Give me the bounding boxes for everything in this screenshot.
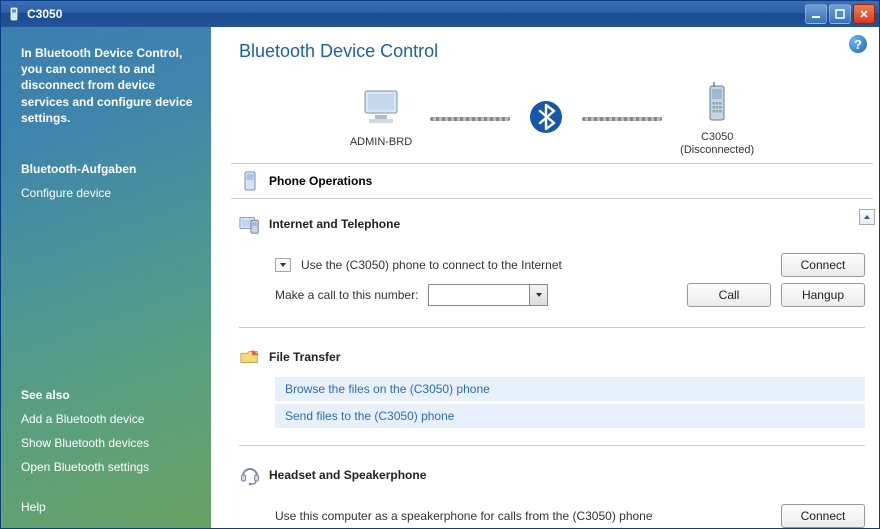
maximize-button[interactable] [829, 4, 851, 24]
sidebar: In Bluetooth Device Control, you can con… [1, 27, 211, 528]
bluetooth-node [528, 99, 564, 138]
phone-node: C3050 (Disconnected) [680, 80, 754, 157]
internet-section: Internet and Telephone Use the (C3050) p… [239, 207, 865, 323]
connection-line [582, 117, 662, 121]
minimize-button[interactable] [805, 4, 827, 24]
send-files-link[interactable]: Send files to the (C3050) phone [275, 404, 865, 428]
scroll-up-button[interactable] [859, 209, 875, 225]
file-transfer-section: File Transfer Browse the files on the (C… [239, 340, 865, 431]
page-title: Bluetooth Device Control [239, 41, 865, 62]
headset-icon [239, 464, 261, 486]
pc-label: ADMIN-BRD [350, 136, 412, 149]
folder-transfer-icon [239, 346, 261, 368]
topology-diagram: ADMIN-BRD [239, 80, 865, 157]
window-body: In Bluetooth Device Control, you can con… [1, 27, 879, 528]
device-status: (Disconnected) [680, 144, 754, 156]
sidebar-description: In Bluetooth Device Control, you can con… [21, 45, 193, 126]
use-phone-text: Use the (C3050) phone to connect to the … [301, 258, 562, 272]
app-window: C3050 In Bluetooth Device Control, you c… [0, 0, 880, 529]
internet-title: Internet and Telephone [269, 217, 400, 231]
divider [239, 327, 865, 328]
phone-ops-title: Phone Operations [269, 174, 372, 188]
headset-text: Use this computer as a speakerphone for … [275, 509, 653, 523]
device-label: C3050 (Disconnected) [680, 131, 754, 157]
hangup-button[interactable]: Hangup [781, 283, 865, 307]
help-icon[interactable]: ? [849, 35, 867, 53]
cellphone-icon [704, 80, 730, 127]
internet-header: Internet and Telephone [239, 207, 865, 241]
seealso-heading: See also [21, 388, 193, 402]
headset-title: Headset and Speakerphone [269, 468, 426, 482]
headset-connect-button[interactable]: Connect [781, 504, 865, 528]
configure-device-link[interactable]: Configure device [21, 186, 193, 200]
ft-header: File Transfer [239, 340, 865, 374]
pc-node: ADMIN-BRD [350, 89, 412, 149]
phone-operations-header: Phone Operations [231, 163, 873, 199]
phone-ops-icon [239, 170, 261, 192]
seealso-section: See also Add a Bluetooth device Show Blu… [21, 388, 193, 514]
window-controls [805, 4, 875, 24]
chevron-down-icon [529, 285, 547, 305]
divider [239, 445, 865, 446]
tasks-heading: Bluetooth-Aufgaben [21, 162, 193, 176]
ft-title: File Transfer [269, 350, 340, 364]
add-device-link[interactable]: Add a Bluetooth device [21, 412, 193, 426]
connect-button[interactable]: Connect [781, 253, 865, 277]
show-devices-link[interactable]: Show Bluetooth devices [21, 436, 193, 450]
bluetooth-icon [528, 99, 564, 138]
call-button[interactable]: Call [687, 283, 771, 307]
device-name: C3050 [701, 131, 733, 143]
titlebar: C3050 [1, 1, 879, 27]
phone-icon [7, 7, 21, 21]
open-settings-link[interactable]: Open Bluetooth settings [21, 460, 193, 474]
close-button[interactable] [853, 4, 875, 24]
call-label: Make a call to this number: [275, 288, 418, 302]
headset-section: Headset and Speakerphone Use this comput… [239, 458, 865, 529]
internet-phone-icon [239, 213, 261, 235]
monitor-icon [359, 89, 403, 132]
window-title: C3050 [27, 7, 805, 21]
expand-toggle[interactable] [275, 258, 291, 272]
headset-header: Headset and Speakerphone [239, 458, 865, 492]
browse-files-link[interactable]: Browse the files on the (C3050) phone [275, 377, 865, 401]
help-link[interactable]: Help [21, 500, 193, 514]
connection-line [430, 117, 510, 121]
content-area: ? Bluetooth Device Control ADMIN-BRD [211, 27, 879, 528]
phone-number-combo[interactable] [428, 284, 548, 306]
